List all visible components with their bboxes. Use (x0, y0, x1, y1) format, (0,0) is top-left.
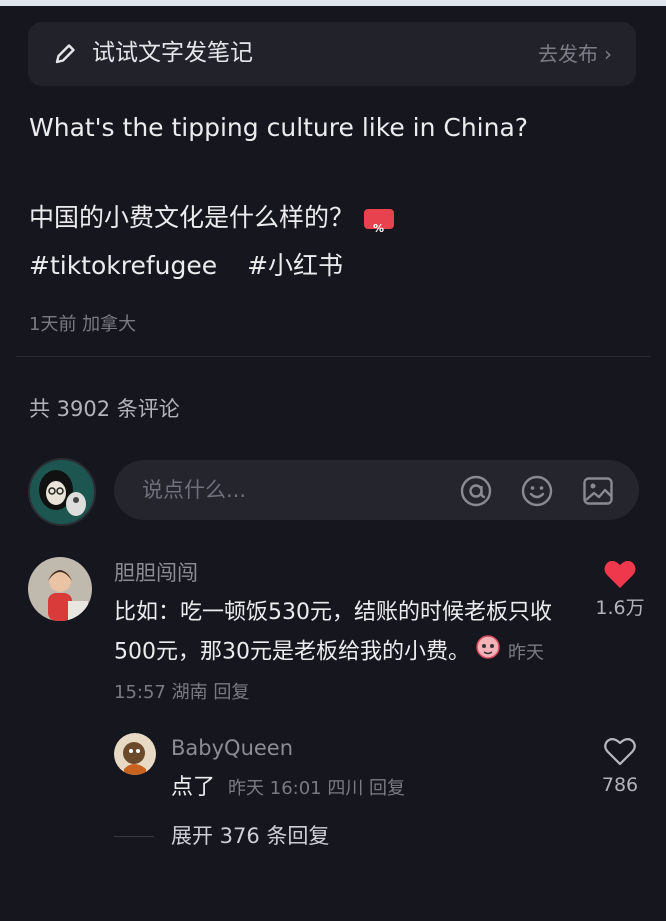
post-title-zh: 中国的小费文化是什么样的？% (29, 200, 395, 236)
emoji-icon[interactable] (520, 474, 554, 508)
reply-author[interactable]: BabyQueen (171, 733, 293, 763)
publish-link[interactable]: 去发布 › (538, 40, 612, 68)
chevron-right-icon: › (604, 42, 612, 66)
avatar-photo (114, 733, 156, 775)
comment-avatar[interactable] (28, 557, 92, 621)
discount-ticket-icon: % (364, 209, 395, 235)
text-note-bar[interactable]: 试试文字发笔记 去发布 › (28, 22, 636, 86)
avatar-illustration (30, 460, 94, 524)
like-button[interactable]: 1.6万 (590, 558, 650, 622)
reply-like-button[interactable]: 786 (590, 735, 650, 799)
comment-input-placeholder: 说点什么... (142, 478, 247, 502)
heart-outline-icon (604, 738, 636, 766)
text-note-label: 试试文字发笔记 (92, 40, 253, 66)
avatar-photo (28, 557, 92, 621)
comment-input[interactable]: 说点什么... (114, 460, 639, 520)
post-title-en: What's the tipping culture like in China… (29, 113, 529, 142)
hashtag-xiaohongshu[interactable]: #小红书 (247, 251, 343, 280)
hashtag-tiktokrefugee[interactable]: #tiktokrefugee (29, 251, 217, 280)
avatar[interactable] (28, 458, 96, 526)
reply-like-count: 786 (601, 774, 639, 796)
comments-count: 共 3902 条评论 (29, 397, 180, 421)
post-meta: 1天前 加拿大 (29, 314, 137, 335)
reply-meta: 昨天 16:01 四川 回复 (228, 778, 406, 799)
sticker-icon (474, 632, 502, 673)
reply-avatar[interactable] (114, 733, 156, 775)
status-strip (0, 0, 666, 6)
expand-replies-button[interactable]: 展开 376 条回复 (171, 821, 329, 851)
heart-filled-icon (604, 560, 636, 588)
mention-at-icon[interactable] (459, 474, 493, 508)
comment-text: 比如：吃一顿饭530元，结账的时候老板只收500元，那30元是老板给我的小费。 … (114, 600, 552, 703)
like-count: 1.6万 (595, 597, 645, 619)
reply-text: 点了 昨天 16:01 四川 回复 (171, 775, 406, 800)
comment-author[interactable]: 胆胆闯闯 (114, 558, 198, 588)
expand-divider (114, 836, 154, 837)
pencil-icon (55, 44, 75, 64)
divider (16, 356, 650, 357)
post-tags: #tiktokrefugee #小红书 (29, 248, 365, 284)
image-icon[interactable] (581, 474, 615, 508)
